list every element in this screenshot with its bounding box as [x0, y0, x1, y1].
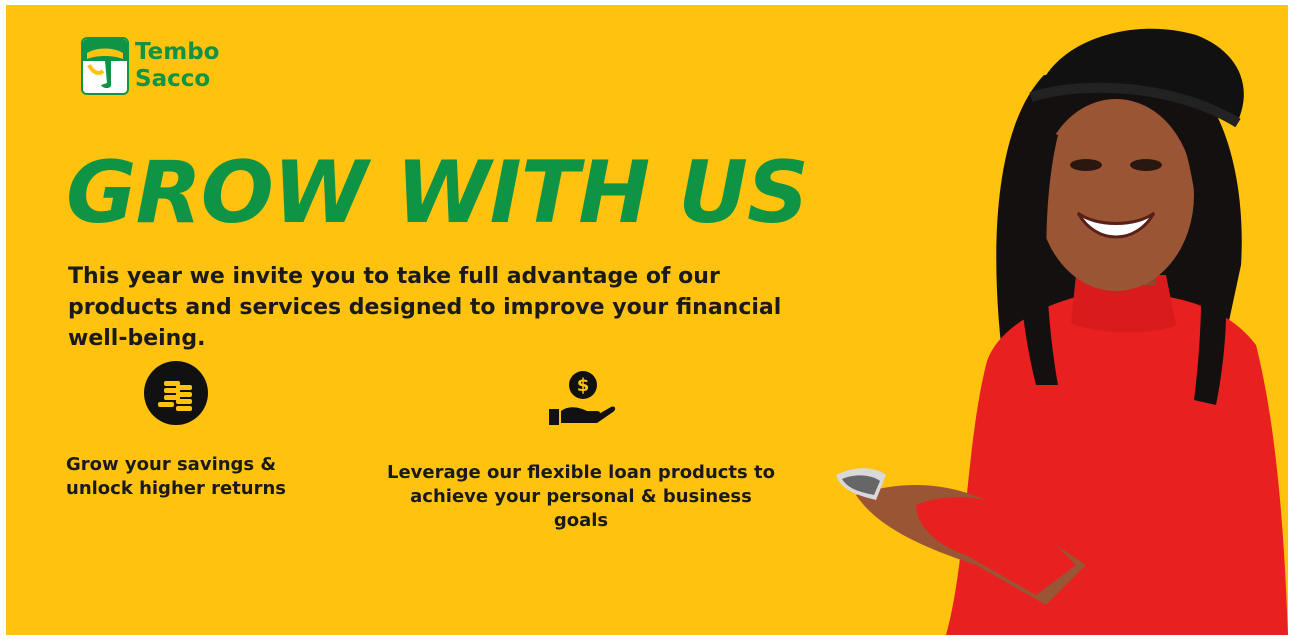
- feature-loans-text: Leverage our flexible loan products to a…: [386, 462, 775, 531]
- hand-dollar-icon: $: [386, 369, 776, 433]
- feature-loans: $ Leverage our flexible loan products to…: [386, 369, 776, 533]
- brand-name: Tembo Sacco: [135, 39, 219, 93]
- feature-savings-text: Grow your savings & unlock higher return…: [66, 454, 287, 499]
- tembo-sacco-logo-icon: [81, 37, 129, 95]
- promo-banner: Tembo Sacco GROW WITH US This year we in…: [6, 5, 1288, 635]
- brand-name-line1: Tembo: [135, 39, 220, 65]
- brand-name-line2: Sacco: [135, 66, 211, 92]
- feature-savings: Grow your savings & unlock higher return…: [56, 361, 296, 501]
- intro-text: This year we invite you to take full adv…: [68, 264, 782, 351]
- headline: GROW WITH US: [66, 143, 809, 243]
- smiling-woman-photo: [836, 28, 1288, 635]
- coins-icon: [56, 361, 296, 429]
- svg-text:$: $: [577, 375, 590, 396]
- brand-logo[interactable]: Tembo Sacco: [81, 37, 219, 95]
